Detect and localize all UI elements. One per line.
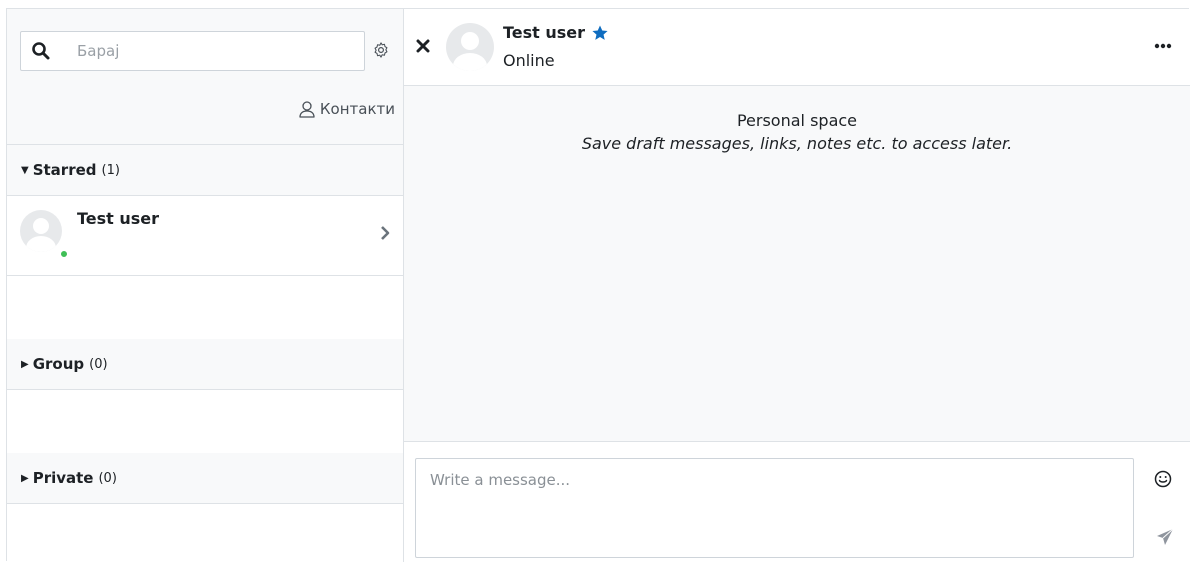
- conversation-panel: Test user Online Personal space Save dra…: [404, 9, 1190, 562]
- more-icon[interactable]: [1154, 43, 1172, 49]
- group-empty-space: [7, 390, 403, 453]
- avatar: [20, 210, 62, 252]
- message-composer: [404, 442, 1190, 562]
- contacts-label: Контакти: [319, 100, 395, 118]
- section-group-count: (0): [89, 356, 108, 372]
- send-icon[interactable]: [1156, 528, 1174, 546]
- close-icon[interactable]: [416, 39, 430, 53]
- section-private-title: Private: [32, 469, 94, 487]
- avatar: [446, 23, 494, 71]
- gear-icon[interactable]: [372, 41, 390, 59]
- header-user-name-row: Test user: [503, 23, 609, 42]
- message-input[interactable]: [415, 458, 1134, 558]
- contacts-row: Контакти: [7, 87, 403, 145]
- caret-down-icon: ▼: [21, 164, 29, 176]
- caret-right-icon: ▶: [21, 358, 29, 370]
- caret-right-icon: ▶: [21, 472, 29, 484]
- header-user-name: Test user: [503, 23, 586, 42]
- contacts-link[interactable]: Контакти: [298, 98, 395, 120]
- conversation-list-panel: Контакти ▼ Starred (1) Test user ▶ Group…: [7, 9, 404, 562]
- message-drawer: Контакти ▼ Starred (1) Test user ▶ Group…: [6, 8, 1190, 562]
- conversation-body: Personal space Save draft messages, link…: [404, 86, 1190, 442]
- section-private-count: (0): [98, 470, 117, 486]
- personal-space-description: Save draft messages, links, notes etc. t…: [581, 134, 1013, 153]
- personal-space-title: Personal space: [736, 111, 858, 130]
- online-status-dot: [59, 249, 69, 259]
- user-outline-icon: [299, 101, 315, 118]
- section-starred-title: Starred: [32, 161, 97, 179]
- section-starred-count: (1): [101, 162, 120, 178]
- search-row: [7, 9, 403, 87]
- chevron-right-icon: [381, 226, 390, 240]
- section-group-toggle[interactable]: ▶ Group (0): [7, 339, 403, 390]
- starred-empty-space: [7, 276, 403, 339]
- search-icon[interactable]: [31, 41, 51, 61]
- emoji-icon[interactable]: [1154, 470, 1172, 488]
- search-input[interactable]: [75, 36, 355, 66]
- section-group-title: Group: [32, 355, 85, 373]
- star-icon: [592, 25, 608, 40]
- conversation-header: Test user Online: [404, 9, 1190, 86]
- conversation-item-test-user[interactable]: Test user: [7, 197, 403, 276]
- search-box[interactable]: [20, 31, 365, 71]
- conversation-name: Test user: [77, 209, 160, 228]
- section-private-toggle[interactable]: ▶ Private (0): [7, 453, 403, 504]
- section-starred-toggle[interactable]: ▼ Starred (1): [7, 145, 403, 196]
- header-user-status: Online: [503, 51, 555, 70]
